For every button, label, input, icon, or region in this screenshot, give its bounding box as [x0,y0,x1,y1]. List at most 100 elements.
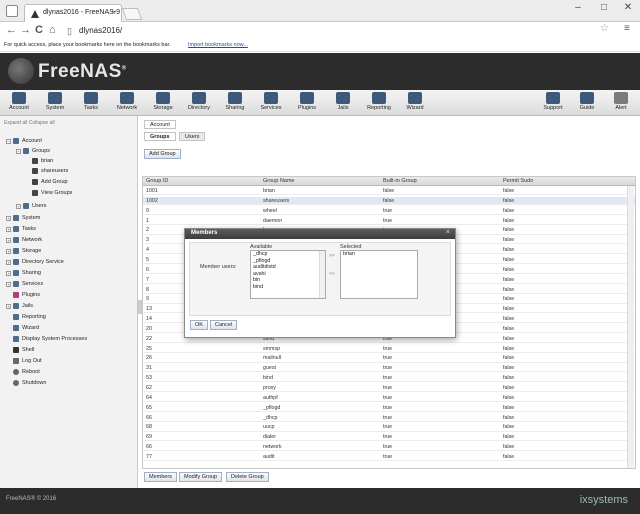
toolbar-account-button[interactable]: Account [2,92,36,111]
minimize-icon[interactable]: – [568,2,588,13]
toolbar-jails-button[interactable]: Jails [326,92,360,111]
table-scrollbar[interactable] [627,186,634,468]
tree-item-group-shareusers[interactable]: shareusers [32,167,68,175]
tab-users[interactable]: Users [179,132,206,141]
table-row[interactable]: 77 audit true false [143,453,635,462]
available-users-list[interactable]: _dhcp _pflogd auditdistd avahi bin bind [250,250,326,299]
table-row[interactable]: 66 network true false [143,443,635,452]
browser-profile-icon[interactable] [6,5,18,17]
tree-item-shell[interactable]: Shell [13,346,34,354]
back-icon[interactable]: ← [6,24,17,36]
tree-item-groups[interactable]: − Groups [16,147,50,155]
tree-item-storage[interactable]: + Storage [6,247,41,255]
url-input[interactable]: ▯ dlynas2016/ [64,24,612,38]
modify-group-button[interactable]: Modify Group [179,472,223,482]
reload-icon[interactable]: C [35,24,43,36]
tree-toggle-icon[interactable]: + [6,270,11,276]
toolbar-wizard-button[interactable]: Wizard [398,92,432,111]
tree-item-display-system-processes[interactable]: Display System Processes [13,335,87,343]
table-row[interactable]: 25 smmsp true false [143,345,635,353]
move-left-button[interactable]: << [329,271,335,277]
selected-users-list[interactable]: brian [340,250,418,299]
tree-toggle-icon[interactable]: − [16,148,21,154]
add-group-button[interactable]: Add Group [144,149,181,159]
forward-icon[interactable]: → [20,24,31,36]
list-item[interactable]: brian [341,251,417,258]
tree-item-services[interactable]: + Services [6,280,43,288]
home-icon[interactable]: ⌂ [49,24,56,36]
toolbar-reporting-button[interactable]: Reporting [362,92,396,111]
members-button[interactable]: Members [144,472,177,482]
table-row[interactable]: 26 mailnull true false [143,354,635,363]
toolbar-plugins-button[interactable]: Plugins [290,92,324,111]
toolbar-sharing-button[interactable]: Sharing [218,92,252,111]
tree-item-directory-service[interactable]: + Directory Service [6,258,64,266]
toolbar-services-button[interactable]: Services [254,92,288,111]
import-bookmarks-link[interactable]: Import bookmarks now... [188,42,248,48]
tree-item-group-brian[interactable]: brian [32,157,53,165]
tree-item-add-group[interactable]: Add Group [32,178,68,186]
tree-item-users[interactable]: + Users [16,202,46,210]
table-row[interactable]: 1 daemon true false [143,217,635,225]
tree-item-reboot[interactable]: Reboot [13,368,40,376]
toolbar-tasks-button[interactable]: Tasks [74,92,108,111]
toolbar-guide-button[interactable]: Guide [570,92,604,111]
tab-close-icon[interactable]: × [111,8,116,17]
table-row[interactable]: 68 uucp true false [143,423,635,432]
tree-item-plugins[interactable]: Plugins [13,291,40,299]
toolbar-network-button[interactable]: Network [110,92,144,111]
table-row[interactable]: 62 proxy true false [143,384,635,393]
tree-item-sharing[interactable]: + Sharing [6,269,41,277]
tree-toggle-icon[interactable]: + [6,226,11,232]
tree-item-reporting[interactable]: Reporting [13,313,46,321]
list-item[interactable]: auditdistd [251,264,325,271]
tree-toggle-icon[interactable]: + [6,248,11,254]
tree-item-log-out[interactable]: Log Out [13,357,42,365]
table-row[interactable]: 1001 brian false false [143,187,635,196]
column-group-name[interactable]: Group Name [263,178,295,184]
toolbar-directory-button[interactable]: Directory [182,92,216,111]
tree-toggle-icon[interactable]: + [6,237,11,243]
tree-toggle-icon[interactable]: + [6,215,11,221]
list-item[interactable]: _pflogd [251,258,325,265]
list-item[interactable]: _dhcp [251,251,325,258]
table-row[interactable]: 64 authpf true false [143,394,635,403]
delete-group-button[interactable]: Delete Group [226,472,269,482]
table-row[interactable]: 1002 shareusers false false [143,196,635,206]
tree-item-view-groups[interactable]: View Groups [32,189,72,197]
window-close-icon[interactable]: ✕ [618,2,638,13]
tree-item-network[interactable]: + Network [6,236,42,244]
toolbar-storage-button[interactable]: Storage [146,92,180,111]
table-row[interactable]: 53 bind true false [143,374,635,383]
tree-toggle-icon[interactable]: + [16,203,21,209]
tree-toggle-icon[interactable]: + [6,281,11,287]
list-scrollbar[interactable] [319,251,325,298]
table-row[interactable]: 66 _dhcp true false [143,414,635,422]
browser-tab[interactable]: dlynas2016 - FreeNAS-9 × [24,4,122,22]
tree-item-shutdown[interactable]: Shutdown [13,379,46,387]
tree-item-jails[interactable]: + Jails [6,302,33,310]
tab-account[interactable]: Account [144,120,176,129]
toolbar-alert-button[interactable]: Alert [604,92,638,111]
table-row[interactable]: 65 _pflogd true false [143,404,635,412]
maximize-icon[interactable]: □ [594,2,614,13]
move-right-button[interactable]: >> [329,253,335,259]
bookmark-star-icon[interactable]: ☆ [600,23,609,34]
tree-item-tasks[interactable]: + Tasks [6,225,36,233]
tab-groups[interactable]: Groups [144,132,176,141]
column-group-id[interactable]: Group ID [146,178,168,184]
column-builtin-group[interactable]: Built-in Group [383,178,417,184]
tree-toggle-icon[interactable]: − [6,138,11,144]
column-permit-sudo[interactable]: Permit Sudo [503,178,533,184]
toolbar-support-button[interactable]: Support [536,92,570,111]
ok-button[interactable]: OK [190,320,208,330]
table-row[interactable]: 31 guest true false [143,364,635,373]
dialog-close-icon[interactable]: × [446,229,450,236]
cancel-button[interactable]: Cancel [210,320,238,330]
table-row[interactable]: 69 dialer true false [143,433,635,442]
tree-item-account[interactable]: − Account [6,137,42,145]
tree-item-wizard[interactable]: Wizard [13,324,39,332]
tree-item-system[interactable]: + System [6,214,40,222]
browser-menu-icon[interactable]: ≡ [624,23,630,34]
list-item[interactable]: bin [251,277,325,284]
